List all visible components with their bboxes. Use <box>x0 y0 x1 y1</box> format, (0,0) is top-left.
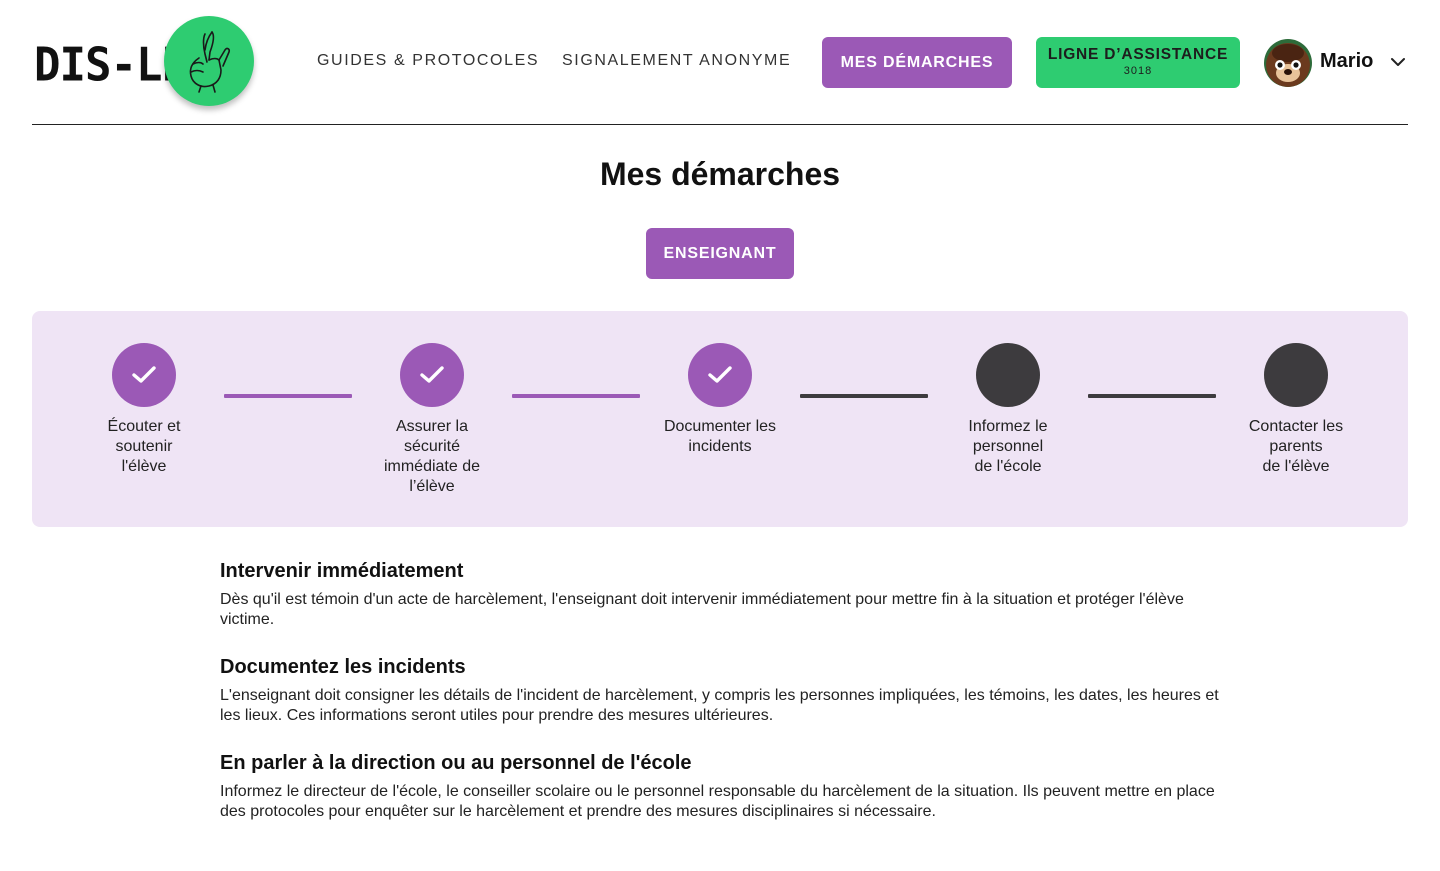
site-header: DIS-LE GUIDES & PROTOCOLES SIGNALEMENT A… <box>32 0 1408 125</box>
nav-signalement-anonyme[interactable]: SIGNALEMENT ANONYME <box>562 52 791 70</box>
helpline-button[interactable]: LIGNE D’ASSISTANCE 3018 <box>1036 37 1240 88</box>
step-connector <box>224 394 352 398</box>
step-label: Documenter les incidents <box>663 418 777 455</box>
helpline-number: 3018 <box>1123 65 1153 77</box>
step-1[interactable]: Écouter et soutenir l'élève <box>74 343 214 477</box>
step-pending-indicator <box>976 343 1040 407</box>
progress-stepper: Écouter et soutenir l'élève Assurer la s… <box>32 311 1408 527</box>
guidance-section: Intervenir immédiatement Dès qu'il est t… <box>220 558 1220 630</box>
check-icon <box>132 366 156 383</box>
step-label: Écouter et soutenir l'élève <box>107 418 181 475</box>
step-label: Contacter les parents de l'élève <box>1248 418 1344 475</box>
guidance-section: Documentez les incidents L'enseignant do… <box>220 654 1220 726</box>
section-text: Dès qu'il est témoin d'un acte de harcèl… <box>220 591 1184 628</box>
guidance-content: Intervenir immédiatement Dès qu'il est t… <box>220 558 1220 846</box>
nav-guides-protocoles[interactable]: GUIDES & PROTOCOLES <box>317 52 539 70</box>
section-text: Informez le directeur de l'école, le con… <box>220 783 1215 820</box>
role-enseignant-button[interactable]: ENSEIGNANT <box>646 228 794 279</box>
helpline-label: LIGNE D’ASSISTANCE <box>1047 46 1229 63</box>
section-title: Intervenir immédiatement <box>220 560 464 582</box>
guidance-section: En parler à la direction ou au personnel… <box>220 750 1220 822</box>
step-2[interactable]: Assurer la sécurité immédiate de l’élève <box>362 343 502 497</box>
step-3[interactable]: Documenter les incidents <box>650 343 790 457</box>
step-connector <box>800 394 928 398</box>
section-title: En parler à la direction ou au personnel… <box>220 752 692 774</box>
section-title: Documentez les incidents <box>220 656 466 678</box>
check-icon <box>708 366 732 383</box>
step-complete-indicator <box>688 343 752 407</box>
step-4[interactable]: Informez le personnel de l'école <box>938 343 1078 477</box>
step-connector <box>512 394 640 398</box>
mes-demarches-button[interactable]: MES DÉMARCHES <box>822 37 1012 88</box>
section-text: L'enseignant doit consigner les détails … <box>220 687 1219 724</box>
step-pending-indicator <box>1264 343 1328 407</box>
page-title: Mes démarches <box>599 156 841 192</box>
step-5[interactable]: Contacter les parents de l'élève <box>1226 343 1366 477</box>
step-complete-indicator <box>400 343 464 407</box>
crossed-fingers-logo-icon[interactable] <box>164 16 254 106</box>
avatar[interactable] <box>1264 39 1312 87</box>
chevron-down-icon[interactable] <box>1390 54 1406 70</box>
check-icon <box>420 366 444 383</box>
user-name[interactable]: Mario <box>1320 50 1373 73</box>
step-connector <box>1088 394 1216 398</box>
step-label: Assurer la sécurité immédiate de l’élève <box>383 418 481 495</box>
step-complete-indicator <box>112 343 176 407</box>
step-label: Informez le personnel de l'école <box>968 418 1048 475</box>
